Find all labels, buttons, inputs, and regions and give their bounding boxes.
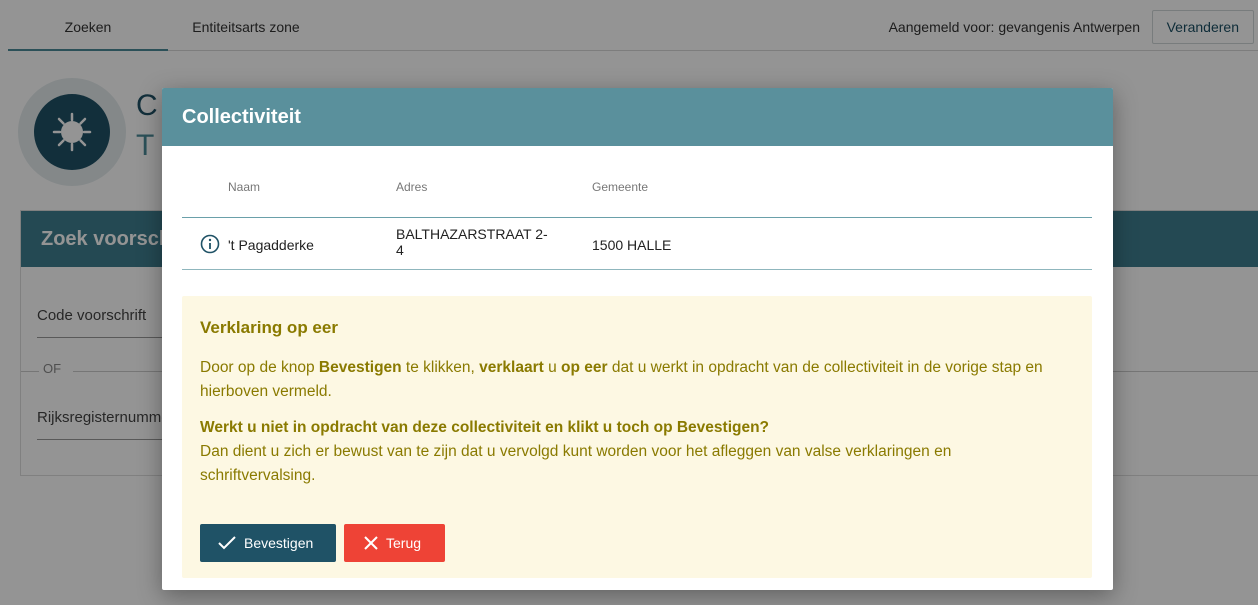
row-address-line2: 4 xyxy=(396,242,404,258)
row-name: 't Pagadderke xyxy=(228,237,314,253)
row-address: BALTHAZARSTRAAT 2- 4 xyxy=(396,226,548,258)
confirm-button[interactable]: Bevestigen xyxy=(200,524,336,562)
column-header-gemeente: Gemeente xyxy=(592,180,649,194)
collectiviteit-table: Naam Adres Gemeente 't Pagadderke BALTHA… xyxy=(182,146,1092,270)
back-button[interactable]: Terug xyxy=(344,524,445,562)
back-label: Terug xyxy=(386,535,422,551)
column-header-naam: Naam xyxy=(228,180,261,194)
notice-warning: Dan dient u zich er bewust van te zijn d… xyxy=(200,443,952,484)
column-header-adres: Adres xyxy=(396,180,428,194)
row-municipality: 1500 HALLE xyxy=(592,237,672,253)
close-icon xyxy=(364,536,378,550)
row-address-line1: BALTHAZARSTRAAT 2- xyxy=(396,226,548,242)
info-icon[interactable] xyxy=(200,234,220,254)
declaration-notice: Verklaring op eer Door op de knop Bevest… xyxy=(182,296,1092,578)
dialog-body: Naam Adres Gemeente 't Pagadderke BALTHA… xyxy=(182,146,1092,578)
check-icon xyxy=(218,536,236,550)
dialog-title: Collectiviteit xyxy=(182,106,301,128)
notice-paragraph: Door op de knop Bevestigen te klikken, v… xyxy=(200,359,1043,400)
collectiviteit-dialog: Collectiviteit Naam Adres Gemeente 't Pa… xyxy=(162,88,1113,590)
notice-question: Werkt u niet in opdracht van deze collec… xyxy=(200,419,770,436)
confirm-label: Bevestigen xyxy=(244,535,314,551)
notice-title: Verklaring op eer xyxy=(200,318,338,337)
dialog-header: Collectiviteit xyxy=(162,88,1113,146)
